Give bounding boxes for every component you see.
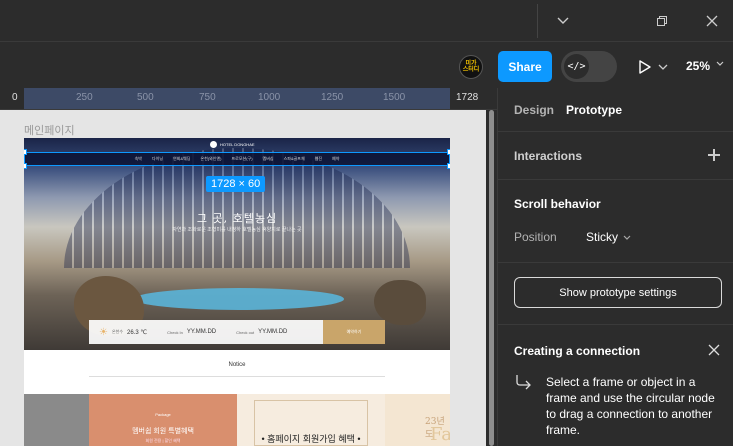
interactions-section: Interactions [498, 132, 733, 180]
tab-design[interactable]: Design [514, 103, 554, 117]
chevron-down-icon [658, 64, 668, 70]
checkin-value[interactable]: YY.MM.DD [187, 329, 216, 335]
present-button[interactable] [638, 56, 670, 78]
toolbar: 미가 스터디 Share </> 25% [0, 42, 733, 88]
restore-window-icon[interactable] [649, 8, 675, 34]
promo-card-signup[interactable]: • 홈페이지 회원가입 혜택 • [237, 394, 385, 446]
resize-handle[interactable] [24, 163, 27, 169]
hero-subtitle: 자연과 조화로운 조형미를 내정하 호텔농심 휴양지로 끝나는 곳 [172, 227, 302, 233]
properties-panel: Design Prototype Interactions Scroll beh… [497, 88, 733, 446]
reserve-button[interactable]: 예약하기 [323, 320, 385, 344]
checkin-label: Check In [167, 329, 183, 335]
hero-title: 그 곳, 호텔농심 [196, 212, 278, 225]
position-label: Position [514, 230, 557, 244]
connection-title: Creating a connection [514, 344, 641, 358]
statue-right [374, 280, 426, 325]
frame-label[interactable]: 메인페이지 [24, 122, 75, 138]
ruler-tick: 250 [76, 92, 93, 103]
dome-ceiling [64, 148, 410, 268]
selection-outline [24, 152, 450, 166]
resize-handle[interactable] [447, 163, 450, 169]
zoom-level[interactable]: 25% [686, 59, 710, 73]
tab-prototype[interactable]: Prototype [566, 103, 622, 117]
prototype-settings-section: Show prototype settings [498, 263, 733, 325]
avatar-text: 미가 스터디 [462, 61, 480, 73]
show-prototype-settings-button[interactable]: Show prototype settings [514, 277, 722, 308]
resize-handle[interactable] [447, 149, 450, 155]
site-logo[interactable]: HOTEL DONGHAE [210, 141, 255, 148]
temp-label: 온천수 [111, 329, 124, 334]
chevron-down-icon[interactable] [623, 235, 631, 241]
card-title: 멤버쉽 회원 특별혜택 [132, 428, 194, 435]
resize-handle[interactable] [24, 149, 27, 155]
scrollbar-thumb[interactable] [489, 110, 494, 446]
dimension-badge: 1728 × 60 [206, 176, 266, 192]
booking-bar[interactable]: ☀ 온천수 26.3 ℃ Check In YY.MM.DD Check out… [89, 320, 385, 344]
scroll-behavior-section: Scroll behavior Position Sticky [498, 180, 733, 263]
horizontal-ruler: 0 250 500 750 1000 1250 1500 1728 [0, 88, 497, 110]
chevron-down-icon[interactable] [550, 8, 576, 34]
ruler-tick: 1500 [383, 92, 406, 103]
promo-card-autumn[interactable]: 23년 도 Fa [385, 394, 450, 446]
ruler-tick: 750 [199, 92, 216, 103]
ruler-tick: 1250 [321, 92, 344, 103]
add-interaction-icon[interactable] [708, 149, 720, 161]
hero-image [24, 138, 450, 350]
notice-heading: Notice [228, 362, 246, 368]
checkout-value[interactable]: YY.MM.DD [258, 329, 287, 335]
avatar[interactable]: 미가 스터디 [459, 55, 483, 79]
promo-card-membership[interactable]: Package 멤버쉽 회원 특별혜택 회원 전용 | 할인 혜택 [89, 394, 237, 446]
ruler-tick: 1728 [456, 92, 479, 103]
vertical-scrollbar[interactable] [486, 110, 497, 446]
panel-tabs: Design Prototype [498, 88, 733, 132]
connection-help-section: Creating a connection Select a frame or … [498, 325, 733, 446]
logo-text: HOTEL DONGHAE [220, 142, 255, 147]
connection-arrow-icon [516, 375, 531, 390]
play-icon [639, 60, 651, 74]
position-select[interactable]: Sticky [586, 230, 618, 244]
notice-divider [89, 376, 385, 377]
interactions-title: Interactions [514, 149, 583, 163]
card-title: • 홈페이지 회원가입 혜택 • [261, 434, 361, 444]
share-button[interactable]: Share [498, 51, 552, 82]
sun-icon: ☀ [99, 326, 108, 338]
chevron-down-icon[interactable] [716, 61, 724, 67]
promo-card-image[interactable] [24, 394, 89, 446]
main-page-frame[interactable]: HOTEL DONGHAE 숙박 다이닝 연회&웨딩 온천(와인앤) 프로모션(… [24, 138, 450, 446]
card-subtitle: 회원 전용 | 할인 혜택 [145, 438, 181, 443]
ruler-tick: 1000 [258, 92, 281, 103]
code-icon: </> [564, 54, 589, 79]
checkout-label: Check out [236, 329, 255, 335]
close-window-icon[interactable] [699, 8, 725, 34]
close-icon[interactable] [708, 344, 720, 356]
scroll-behavior-title: Scroll behavior [514, 197, 601, 211]
ruler-tick: 500 [137, 92, 154, 103]
title-bar [0, 0, 733, 42]
logo-mark-icon [210, 141, 217, 148]
dev-mode-toggle[interactable]: </> [561, 51, 617, 82]
ruler-tick: 0 [12, 92, 18, 103]
card-letter: Fa [430, 424, 450, 445]
canvas[interactable]: 메인페이지 HOTEL DONGHAE 숙박 다이닝 연회&웨딩 온천(와인앤)… [0, 110, 486, 446]
temp-value: 26.3 ℃ [127, 329, 148, 336]
card-kicker: Package [155, 412, 171, 417]
title-bar-divider [537, 4, 538, 38]
pool [134, 288, 344, 310]
connection-help-text: Select a frame or object in a frame and … [546, 375, 715, 437]
